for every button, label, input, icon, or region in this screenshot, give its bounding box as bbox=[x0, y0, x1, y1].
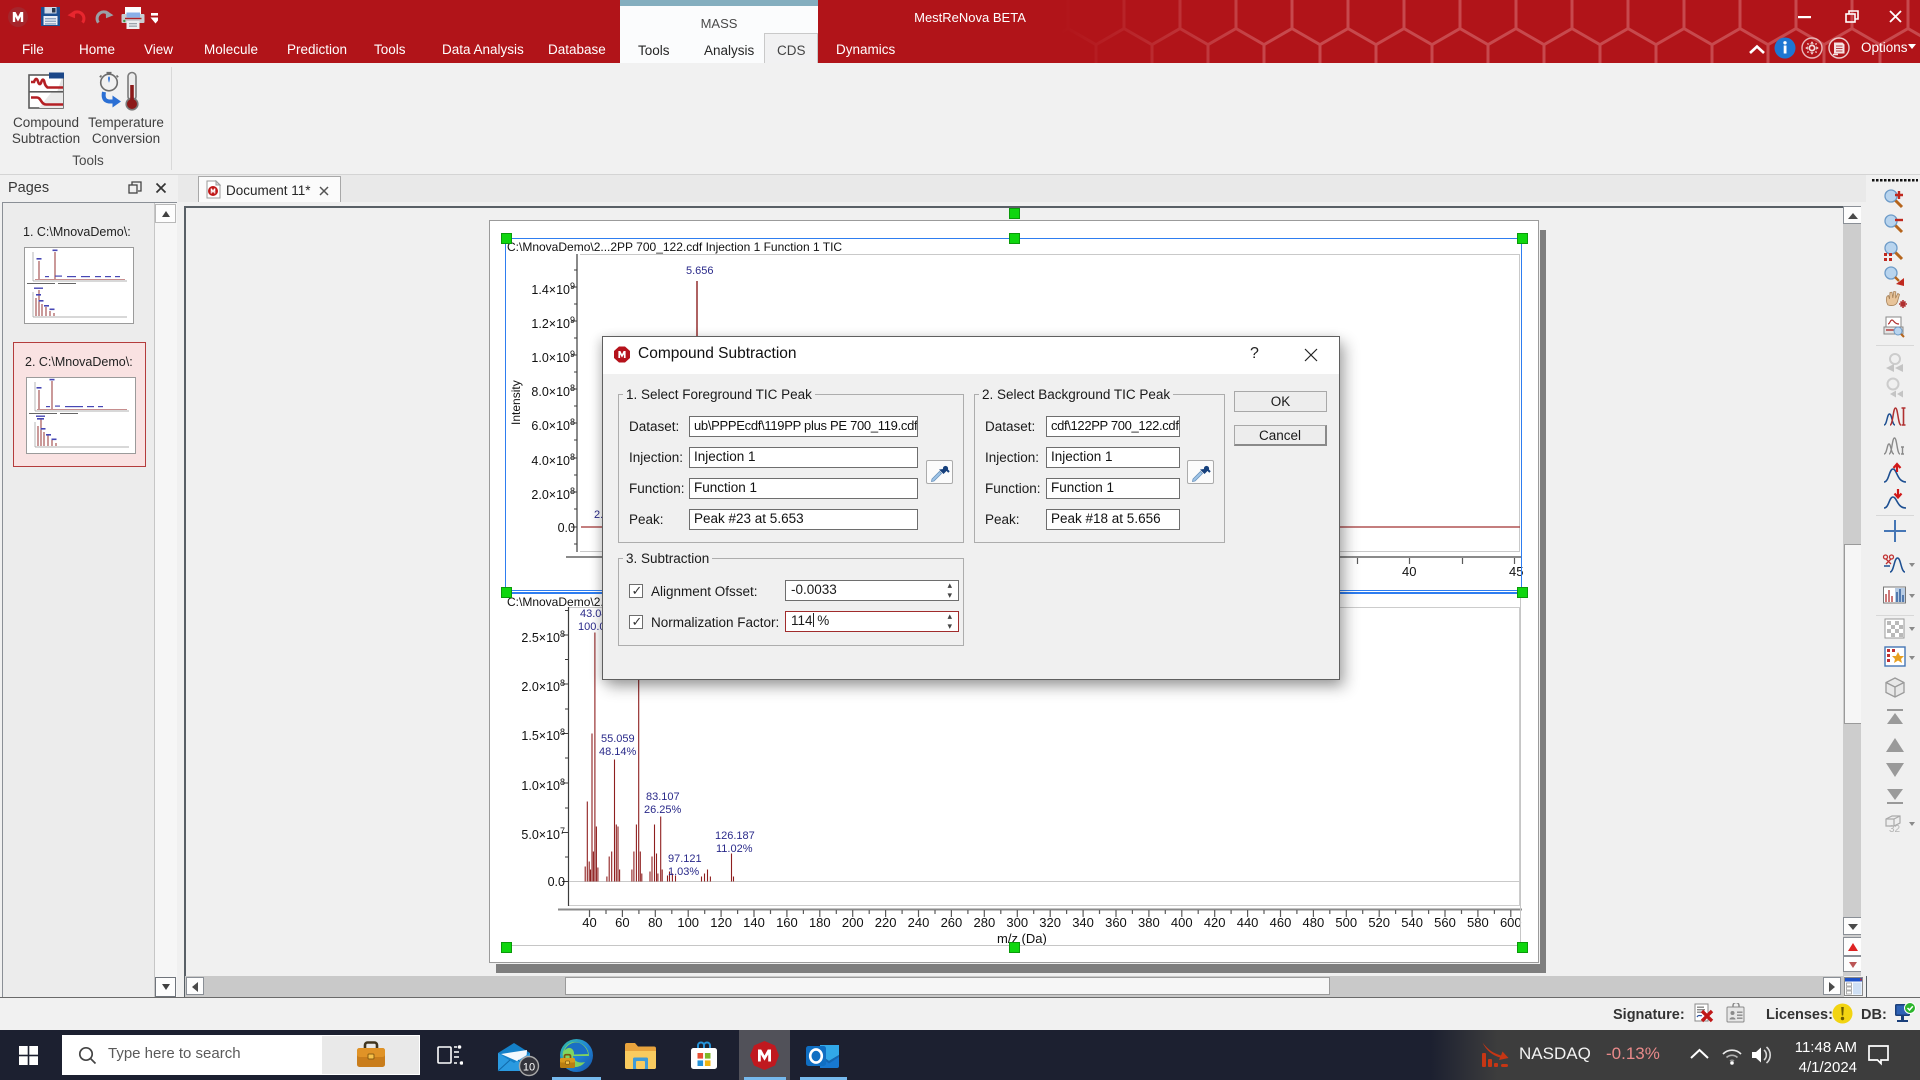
svg-text:32: 32 bbox=[1889, 824, 1901, 835]
svg-text:10: 10 bbox=[523, 1062, 535, 1074]
